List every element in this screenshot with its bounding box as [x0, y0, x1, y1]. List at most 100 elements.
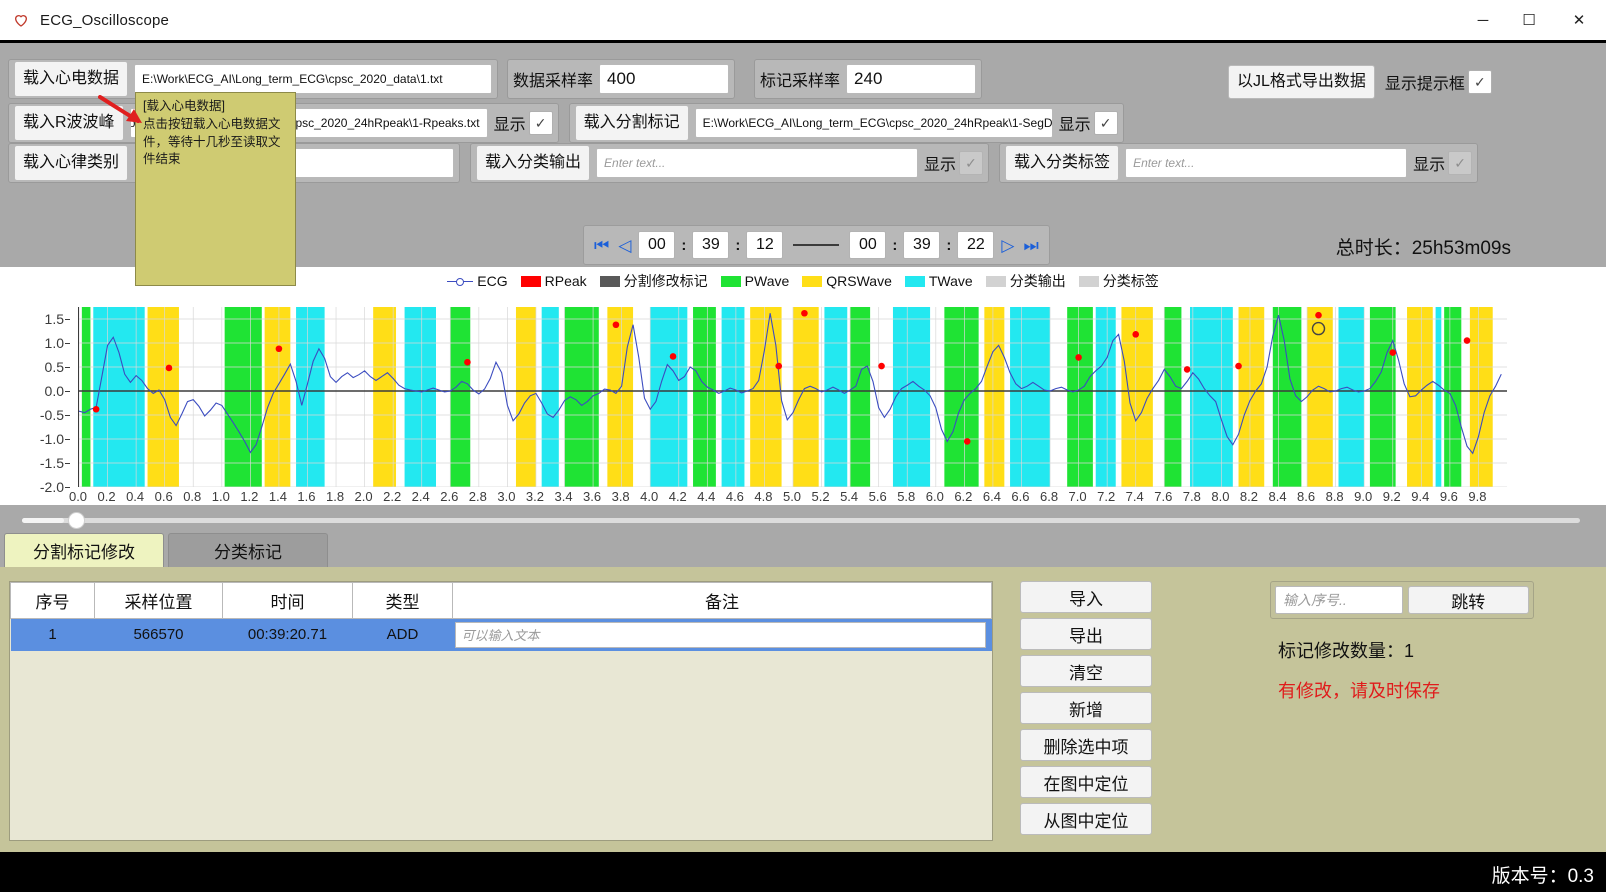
- jump-button[interactable]: 跳转: [1407, 586, 1529, 614]
- time-separator: :: [681, 236, 687, 254]
- cls-out-input[interactable]: Enter text...: [596, 148, 919, 178]
- action-button[interactable]: 在图中定位: [1020, 766, 1152, 798]
- legend-label: ECG: [477, 273, 508, 289]
- rpeak-marker[interactable]: [1315, 311, 1322, 319]
- plot-canvas[interactable]: [78, 307, 1507, 487]
- rpeak-marker[interactable]: [1463, 337, 1471, 344]
- time-separator: :: [892, 236, 898, 254]
- action-button[interactable]: 导入: [1020, 581, 1152, 613]
- minimize-button[interactable]: ─: [1460, 0, 1506, 40]
- seg-path-input[interactable]: E:\Work\ECG_AI\Long_term_ECG\cpsc_2020_2…: [694, 108, 1053, 138]
- legend-swatch-icon: [802, 275, 823, 287]
- x-tick-label: 0.4: [126, 489, 145, 504]
- show-tip-checkbox[interactable]: ✓: [1467, 70, 1492, 94]
- load-seg-group: 载入分割标记 E:\Work\ECG_AI\Long_term_ECG\cpsc…: [568, 103, 1124, 143]
- toolbar-export-group: 以JL格式导出数据 显示提示框 ✓: [1228, 65, 1492, 99]
- end-seconds-input[interactable]: 22: [957, 231, 995, 259]
- cls-label-show-label: 显示: [1413, 157, 1446, 174]
- load-seg-button[interactable]: 载入分割标记: [574, 105, 689, 141]
- rpeak-marker[interactable]: [1132, 331, 1140, 338]
- cls-label-show-checkbox[interactable]: ✓: [1448, 151, 1473, 175]
- data-rate-input[interactable]: 400: [599, 64, 730, 94]
- ecg-plot[interactable]: ECG RPeak 分割修改标记 PWave QRSWave TWave 分类输出 分类标签 …: [0, 267, 1606, 505]
- wave-band-QRSWave: [1238, 307, 1265, 487]
- maximize-button[interactable]: ☐: [1506, 0, 1552, 40]
- rpeak-marker[interactable]: [669, 353, 677, 360]
- skip-to-end-icon[interactable]: ⏭: [1021, 237, 1040, 254]
- load-rhythm-button[interactable]: 载入心律类别: [14, 145, 129, 181]
- start-hours-input[interactable]: 00: [638, 231, 676, 259]
- start-seconds-input[interactable]: 12: [746, 231, 784, 259]
- legend-line-icon: [447, 276, 474, 287]
- rpeak-marker[interactable]: [775, 362, 783, 370]
- x-tick-label: 2.2: [383, 489, 402, 504]
- wave-band-TWave: [1435, 307, 1442, 487]
- chart-axes: 1.5 1.0 0.5 0.0 -0.5 -1.0 -1.5 -2.0 0.0 0.2 0.4 0.…: [0, 295, 1606, 505]
- rpeak-marker[interactable]: [1235, 362, 1242, 370]
- y-tick-mark: [65, 319, 70, 320]
- step-back-icon[interactable]: ◁: [616, 237, 633, 254]
- rpeak-marker[interactable]: [963, 438, 971, 445]
- close-button[interactable]: ✕: [1552, 0, 1606, 40]
- x-tick-label: 7.4: [1125, 489, 1144, 504]
- x-tick-label: 8.4: [1268, 489, 1287, 504]
- scroll-slider-handle[interactable]: [68, 512, 85, 529]
- legend-swatch-icon: [520, 275, 541, 287]
- x-tick-label: 9.0: [1354, 489, 1373, 504]
- table-row[interactable]: 1 566570 00:39:20.71 ADD 可以输入文本: [10, 618, 992, 651]
- rpeak-marker[interactable]: [1183, 366, 1191, 373]
- show-tip-label: 显示提示框: [1384, 76, 1465, 93]
- ecg-path-input[interactable]: E:\Work\ECG_AI\Long_term_ECG\cpsc_2020_d…: [134, 64, 493, 94]
- wave-band-TWave: [721, 307, 745, 487]
- column-header-note: 备注: [452, 582, 992, 619]
- jump-index-input[interactable]: 输入序号..: [1275, 586, 1403, 614]
- rpeak-marker[interactable]: [165, 364, 173, 372]
- action-button[interactable]: 删除选中项: [1020, 729, 1152, 761]
- window-controls: ─ ☐ ✕: [1460, 0, 1606, 40]
- scroll-slider-track[interactable]: [22, 512, 1580, 529]
- marker-table[interactable]: 序号 采样位置 时间 类型 备注 1 566570 00:39:20.71 AD…: [9, 581, 993, 841]
- data-rate-label: 数据采样率: [513, 73, 594, 90]
- load-cls-out-button[interactable]: 载入分类输出: [476, 145, 591, 181]
- rpeak-marker[interactable]: [464, 358, 471, 366]
- step-forward-icon[interactable]: ▷: [999, 237, 1016, 254]
- cls-label-input[interactable]: Enter text...: [1125, 148, 1408, 178]
- action-button[interactable]: 清空: [1020, 655, 1152, 687]
- note-input[interactable]: 可以输入文本: [454, 621, 986, 648]
- end-minutes-input[interactable]: 39: [903, 231, 941, 259]
- rpeak-show-checkbox[interactable]: ✓: [528, 111, 553, 135]
- time-separator: :: [735, 236, 741, 254]
- action-button[interactable]: 从图中定位: [1020, 803, 1152, 835]
- rpeak-marker[interactable]: [1389, 349, 1397, 356]
- rpeak-marker[interactable]: [612, 321, 620, 329]
- wave-band-QRSWave: [750, 307, 782, 487]
- load-cls-label-button[interactable]: 载入分类标签: [1005, 145, 1120, 181]
- wave-band-PWave: [1067, 307, 1093, 487]
- rpeak-marker[interactable]: [801, 309, 808, 317]
- wave-band-PWave: [224, 307, 262, 487]
- load-ecg-button[interactable]: 载入心电数据: [14, 61, 129, 97]
- end-hours-input[interactable]: 00: [849, 231, 887, 259]
- wave-band-PWave: [944, 307, 979, 487]
- scroll-slider-fill: [22, 518, 64, 523]
- skip-to-start-icon[interactable]: ⏮: [592, 237, 611, 254]
- action-button[interactable]: 导出: [1020, 618, 1152, 650]
- start-minutes-input[interactable]: 39: [692, 231, 730, 259]
- rpeak-marker[interactable]: [275, 345, 283, 353]
- cls-out-show-checkbox[interactable]: ✓: [959, 151, 984, 175]
- window-title: ECG_Oscilloscope: [40, 11, 170, 29]
- wave-band-TWave: [892, 307, 931, 487]
- tab-segmentation-edit[interactable]: 分割标记修改: [4, 533, 164, 567]
- rpeak-marker[interactable]: [1075, 354, 1082, 361]
- rpeak-marker[interactable]: [878, 362, 885, 370]
- x-tick-label: 7.6: [1154, 489, 1173, 504]
- seg-show-checkbox[interactable]: ✓: [1093, 111, 1118, 135]
- action-button[interactable]: 新增: [1020, 692, 1152, 724]
- tab-classification-mark[interactable]: 分类标记: [168, 533, 328, 567]
- version-label: 版本号：0.3: [1491, 866, 1594, 887]
- rpeak-marker[interactable]: [92, 405, 100, 413]
- cell-index: 1: [48, 626, 57, 644]
- cell-time: 00:39:20.71: [247, 626, 328, 644]
- mark-rate-input[interactable]: 240: [846, 64, 977, 94]
- export-jl-button[interactable]: 以JL格式导出数据: [1228, 65, 1375, 99]
